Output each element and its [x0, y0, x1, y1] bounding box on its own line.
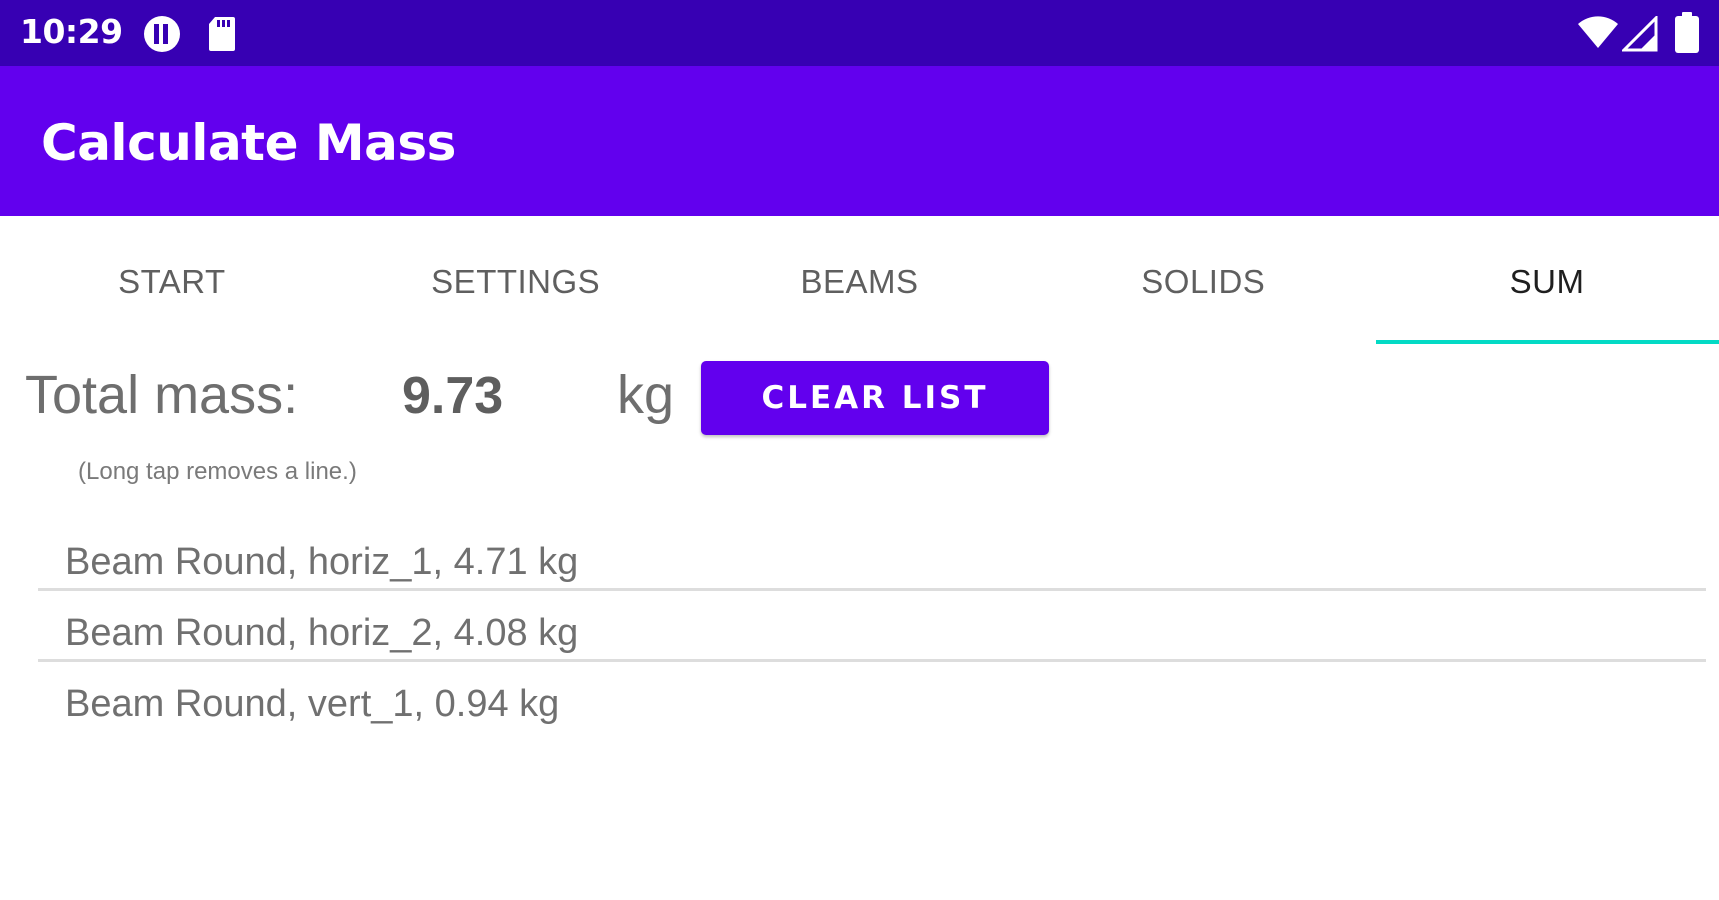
total-mass-label: Total mass:	[25, 365, 299, 425]
app-bar: Calculate Mass	[0, 66, 1719, 216]
hint-text: (Long tap removes a line.)	[78, 458, 357, 485]
tab-indicator	[1376, 340, 1719, 344]
app-title: Calculate Mass	[41, 114, 456, 172]
sd-card-icon	[207, 15, 237, 57]
tab-start[interactable]: START	[0, 216, 344, 344]
mass-list: Beam Round, horiz_1, 4.71 kg Beam Round,…	[38, 520, 1706, 730]
list-item[interactable]: Beam Round, horiz_1, 4.71 kg	[38, 520, 1706, 591]
tab-solids[interactable]: SOLIDS	[1031, 216, 1375, 344]
status-bar: 10:29	[0, 0, 1719, 66]
battery-icon	[1674, 12, 1700, 58]
clear-list-button[interactable]: CLEAR LIST	[701, 361, 1049, 435]
list-item[interactable]: Beam Round, horiz_2, 4.08 kg	[38, 591, 1706, 662]
tab-beams[interactable]: BEAMS	[688, 216, 1032, 344]
tab-settings[interactable]: SETTINGS	[344, 216, 688, 344]
tab-sum[interactable]: SUM	[1375, 216, 1719, 344]
tab-bar: START SETTINGS BEAMS SOLIDS SUM	[0, 216, 1719, 344]
cell-signal-icon	[1620, 14, 1658, 56]
total-mass-value: 9.73	[402, 367, 504, 425]
status-time: 10:29	[20, 12, 123, 51]
pause-circle-icon	[142, 14, 182, 58]
total-mass-unit: kg	[617, 365, 675, 425]
list-item[interactable]: Beam Round, vert_1, 0.94 kg	[38, 662, 1706, 730]
wifi-icon	[1576, 14, 1620, 54]
